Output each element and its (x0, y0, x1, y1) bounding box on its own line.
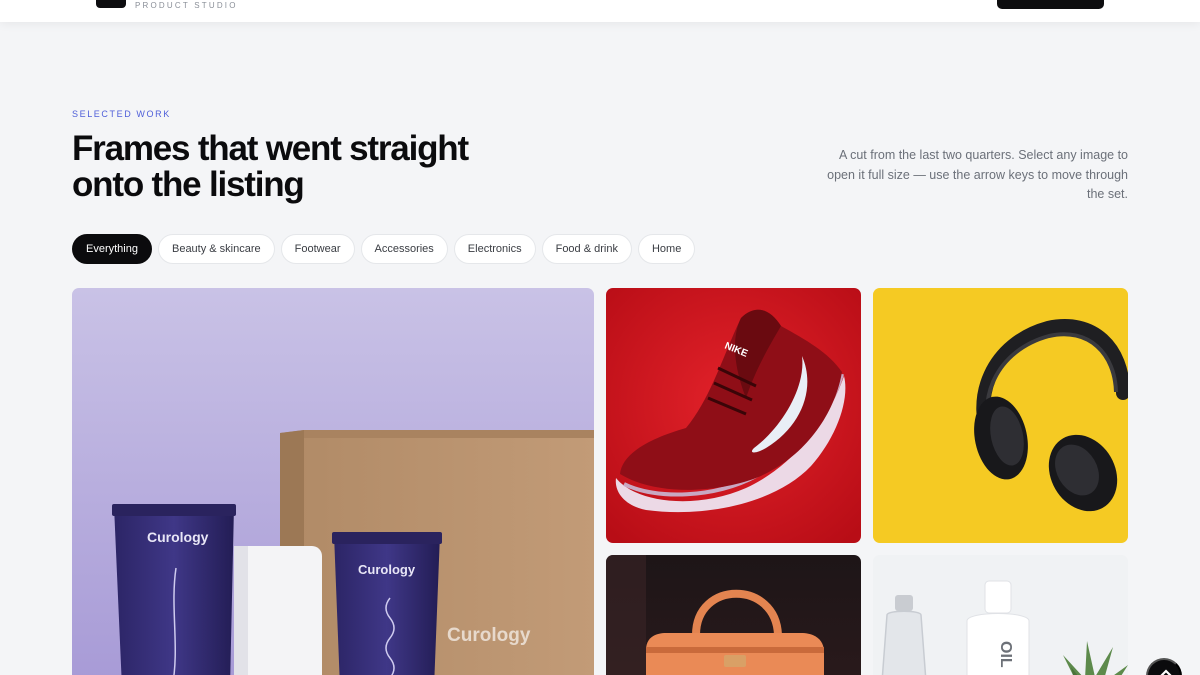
headphones-product-photo (873, 288, 1128, 543)
section-intro: A cut from the last two quarters. Select… (827, 148, 1128, 201)
logo-mark[interactable] (96, 0, 126, 8)
gallery-tile-oil-bottles[interactable]: OIL (873, 555, 1128, 675)
site-header: PRODUCT STUDIO (0, 0, 1200, 22)
filter-chip-home[interactable]: Home (637, 234, 696, 264)
chevron-up-icon (1160, 669, 1172, 675)
tube-brand-text-left: Curology (147, 529, 209, 545)
scroll-to-top-button[interactable] (1146, 658, 1182, 675)
bottle-label-text: OIL (997, 641, 1014, 668)
sneaker-product-photo: NIKE (606, 288, 861, 543)
section-eyebrow: SELECTED WORK (72, 109, 171, 119)
filter-chips: Everything Beauty & skincare Footwear Ac… (72, 234, 696, 264)
gallery-tile-handbag[interactable] (606, 555, 861, 675)
tube-brand-text-right: Curology (358, 562, 416, 577)
section-title-line-2: onto the listing (72, 165, 305, 204)
gallery-tile-sneaker[interactable]: NIKE (606, 288, 861, 543)
skincare-product-photo: Curology Curology Curology (72, 288, 594, 675)
section-title-line-1: Frames that went straight (72, 129, 469, 168)
filter-chip-food-drink[interactable]: Food & drink (541, 234, 632, 264)
filter-chip-electronics[interactable]: Electronics (453, 234, 536, 264)
filter-chip-beauty-skincare[interactable]: Beauty & skincare (157, 234, 275, 264)
gallery-tile-headphones[interactable] (873, 288, 1128, 543)
gallery-tile-skincare[interactable]: Curology Curology Curology (72, 288, 594, 675)
oil-bottles-product-photo: OIL (873, 555, 1128, 675)
filter-chip-footwear[interactable]: Footwear (280, 234, 355, 264)
filter-chip-everything[interactable]: Everything (72, 234, 152, 264)
handbag-product-photo (606, 555, 861, 675)
logo-subtitle: PRODUCT STUDIO (135, 1, 238, 10)
filter-chip-accessories[interactable]: Accessories (360, 234, 448, 264)
section-title: Frames that went straight onto the listi… (72, 131, 532, 203)
header-cta-button[interactable] (997, 0, 1104, 9)
box-brand-text: Curology (447, 625, 531, 646)
